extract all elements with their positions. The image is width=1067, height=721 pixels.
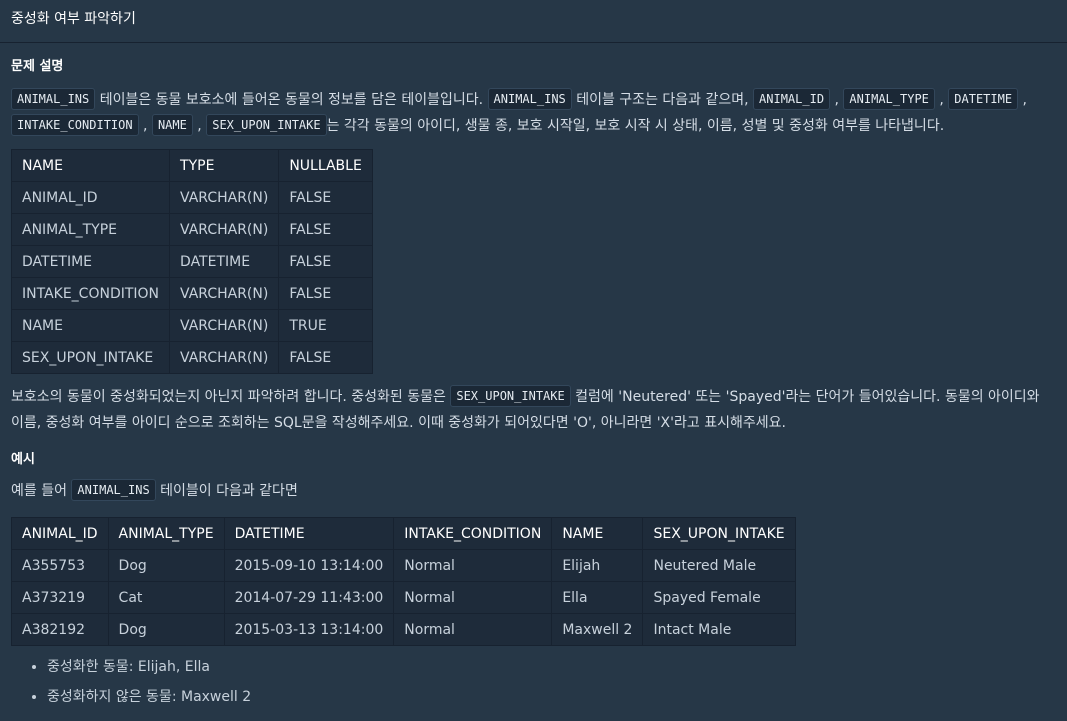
table-row: NAME VARCHAR(N) TRUE [10,309,373,342]
table-cell: NAME [10,309,171,342]
column-header: TYPE [169,149,280,182]
column-header: ANIMAL_ID [11,517,109,550]
list-item: 중성화한 동물: Elijah, Ella [47,652,1055,682]
table-header-row: ANIMAL_ID ANIMAL_TYPE DATETIME INTAKE_CONDI… [11,517,796,550]
table-cell: FALSE [278,341,373,374]
table-cell: ANIMAL_ID [10,181,171,214]
table-cell: Maxwell 2 [551,613,644,646]
paragraph-text: , [1018,92,1027,108]
table-row: A373219 Cat 2014-07-29 11:43:00 Normal Ella S… [11,581,796,614]
table-cell: A373219 [11,581,109,614]
table-row: SEX_UPON_INTAKE VARCHAR(N) FALSE [10,341,373,374]
table-cell: SEX_UPON_INTAKE [10,341,171,374]
result-list: 중성화한 동물: Elijah, Ella중성화하지 않은 동물: Maxwel… [11,652,1055,712]
paragraph-text: , [192,118,207,134]
table-cell: TRUE [278,309,373,342]
column-header: SEX_UPON_INTAKE [642,517,796,550]
table-cell: Cat [107,581,225,614]
table-cell: 2014-07-29 11:43:00 [223,581,395,614]
paragraph-text: 예를 들어 [11,483,72,499]
column-header: INTAKE_CONDITION [393,517,553,550]
table-cell: DATETIME [10,245,171,278]
paragraph-text: 테이블은 동물 보호소에 들어온 동물의 정보를 담은 테이블입니다. [95,92,488,108]
paragraph-text: , [830,92,844,108]
table-cell: DATETIME [169,245,280,278]
table-cell: Ella [551,581,644,614]
table-cell: Normal [393,613,553,646]
page-title: 중성화 여부 파악하기 [11,11,136,27]
inline-code: SEX_UPON_INTAKE [450,385,571,407]
description-paragraph: ANIMAL_INS 테이블은 동물 보호소에 들어온 동물의 정보를 담은 테… [11,87,1055,139]
problem-content: 문제 설명 ANIMAL_INS 테이블은 동물 보호소에 들어온 동물의 정보… [0,59,1067,712]
column-header: ANIMAL_TYPE [107,517,225,550]
inline-code: ANIMAL_INS [71,479,156,501]
table-header-row: NAME TYPE NULLABLE [10,149,373,182]
example-table: ANIMAL_ID ANIMAL_TYPE DATETIME INTAKE_CONDI… [11,517,796,646]
table-cell: Elijah [551,549,644,582]
table-cell: Spayed Female [642,581,796,614]
table-cell: Normal [393,549,553,582]
table-row: ANIMAL_ID VARCHAR(N) FALSE [10,181,373,214]
table-cell: A382192 [11,613,109,646]
table-cell: Dog [107,613,225,646]
inline-code: DATETIME [948,88,1019,110]
paragraph-text: , [934,92,949,108]
table-cell: INTAKE_CONDITION [10,277,171,310]
table-cell: VARCHAR(N) [169,277,280,310]
table-cell: Neutered Male [642,549,796,582]
list-item: 중성화하지 않은 동물: Maxwell 2 [47,682,1055,712]
column-header: NAME [10,149,171,182]
table-cell: Dog [107,549,225,582]
table-cell: VARCHAR(N) [169,213,280,246]
table-cell: FALSE [278,181,373,214]
table-cell: FALSE [278,213,373,246]
inline-code: ANIMAL_ID [753,88,831,110]
column-header: NULLABLE [278,149,373,182]
table-cell: VARCHAR(N) [169,341,280,374]
inline-code: ANIMAL_INS [11,88,96,110]
column-header: DATETIME [223,517,395,550]
table-row: ANIMAL_TYPE VARCHAR(N) FALSE [10,213,373,246]
table-cell: ANIMAL_TYPE [10,213,171,246]
table-cell: FALSE [278,245,373,278]
inline-code: SEX_UPON_INTAKE [206,114,327,136]
paragraph-text: 보호소의 동물이 중성화되었는지 아닌지 파악하려 합니다. 중성화된 동물은 [11,389,451,405]
task-paragraph: 보호소의 동물이 중성화되었는지 아닌지 파악하려 합니다. 중성화된 동물은 … [11,384,1055,436]
inline-code: INTAKE_CONDITION [11,114,139,136]
table-cell: VARCHAR(N) [169,309,280,342]
table-cell: Intact Male [642,613,796,646]
inline-code: ANIMAL_INS [487,88,572,110]
table-cell: FALSE [278,277,373,310]
paragraph-text: 테이블이 다음과 같다면 [155,483,298,499]
example-intro: 예를 들어 ANIMAL_INS 테이블이 다음과 같다면 [11,478,1055,504]
table-row: DATETIME DATETIME FALSE [10,245,373,278]
table-cell: 2015-09-10 13:14:00 [223,549,395,582]
table-cell: VARCHAR(N) [169,181,280,214]
table-row: A355753 Dog 2015-09-10 13:14:00 Normal Elija… [11,549,796,582]
table-row: INTAKE_CONDITION VARCHAR(N) FALSE [10,277,373,310]
paragraph-text: , [138,118,152,134]
column-header: NAME [551,517,644,550]
table-cell: 2015-03-13 13:14:00 [223,613,395,646]
inline-code: ANIMAL_TYPE [843,88,935,110]
schema-table: NAME TYPE NULLABLE ANIMAL_ID VARCHAR(N) FALS… [10,149,373,374]
table-cell: Normal [393,581,553,614]
inline-code: NAME [151,114,193,136]
paragraph-text: 테이블 구조는 다음과 같으며, [571,92,754,108]
section-title-example: 예시 [11,452,35,467]
section-title-description: 문제 설명 [11,59,64,74]
paragraph-text: 는 각각 동물의 아이디, 생물 종, 보호 시작일, 보호 시작 시 상태, … [326,118,945,134]
page-header: 중성화 여부 파악하기 [0,0,1067,43]
table-cell: A355753 [11,549,109,582]
table-row: A382192 Dog 2015-03-13 13:14:00 Normal Maxwe… [11,613,796,646]
